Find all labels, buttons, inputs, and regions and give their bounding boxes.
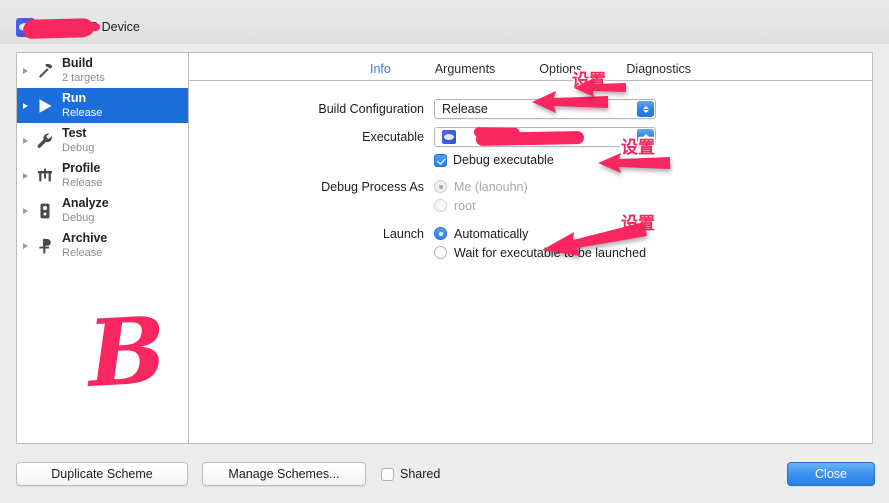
launch-label: Launch bbox=[189, 224, 434, 241]
tab-diagnostics[interactable]: Diagnostics bbox=[626, 62, 691, 76]
debug-process-as-label: Debug Process As bbox=[189, 177, 434, 194]
tab-options[interactable]: Options bbox=[539, 62, 582, 76]
radio-automatically-label: Automatically bbox=[454, 227, 528, 241]
gauge-icon bbox=[34, 165, 56, 187]
redaction-scribble-breadcrumb bbox=[24, 18, 92, 37]
build-configuration-label: Build Configuration bbox=[189, 99, 434, 116]
radio-wait-for-executable[interactable] bbox=[434, 246, 447, 259]
debug-process-as-option-root: root bbox=[434, 196, 872, 215]
sidebar-item-label: Archive bbox=[62, 231, 107, 245]
duplicate-scheme-button[interactable]: Duplicate Scheme bbox=[16, 462, 188, 486]
radio-root-label: root bbox=[454, 199, 476, 213]
info-form: Build Configuration Release Executable bbox=[189, 81, 872, 262]
debug-executable-row[interactable]: Debug executable bbox=[434, 153, 872, 167]
debug-process-as-option-me: Me (lanouhn) bbox=[434, 177, 872, 196]
wrench-icon bbox=[34, 130, 56, 152]
shared-label: Shared bbox=[400, 467, 440, 481]
redaction-scribble-executable bbox=[476, 131, 584, 146]
sidebar-item-sublabel: Release bbox=[62, 247, 107, 260]
sidebar-item-sublabel: Release bbox=[62, 177, 102, 190]
sidebar-item-test[interactable]: Test Debug bbox=[17, 123, 188, 158]
app-icon bbox=[442, 130, 456, 144]
sidebar-item-sublabel: Debug bbox=[62, 142, 94, 155]
build-configuration-value: Release bbox=[442, 102, 488, 116]
sidebar-item-label: Test bbox=[62, 126, 94, 140]
shared-checkbox[interactable] bbox=[381, 468, 394, 481]
play-icon bbox=[34, 95, 56, 117]
radio-me-label: Me (lanouhn) bbox=[454, 180, 528, 194]
tab-info[interactable]: Info bbox=[370, 62, 391, 76]
debug-executable-checkbox[interactable] bbox=[434, 154, 447, 167]
close-button[interactable]: Close bbox=[787, 462, 875, 486]
archive-icon bbox=[34, 235, 56, 257]
build-configuration-dropdown[interactable]: Release bbox=[434, 99, 656, 119]
analyze-icon bbox=[34, 200, 56, 222]
chevron-updown-icon[interactable] bbox=[637, 101, 654, 117]
sidebar-item-label: Profile bbox=[62, 161, 102, 175]
tab-arguments[interactable]: Arguments bbox=[435, 62, 495, 76]
launch-option-wait[interactable]: Wait for executable to be launched bbox=[434, 243, 872, 262]
row-launch: Launch Automatically Wait for executable… bbox=[189, 224, 872, 262]
launch-option-automatically[interactable]: Automatically bbox=[434, 224, 872, 243]
executable-label: Executable bbox=[189, 127, 434, 144]
manage-schemes-button[interactable]: Manage Schemes... bbox=[202, 462, 366, 486]
row-build-configuration: Build Configuration Release bbox=[189, 99, 872, 119]
sidebar-item-sublabel: Debug bbox=[62, 212, 109, 225]
sidebar-item-profile[interactable]: Profile Release bbox=[17, 158, 188, 193]
title-bar: › iOS Device bbox=[0, 0, 889, 44]
tab-bar: Info Arguments Options Diagnostics bbox=[189, 53, 872, 81]
annotation-letter-b: B bbox=[86, 304, 166, 400]
sidebar-item-sublabel: Release bbox=[62, 107, 102, 120]
radio-automatically[interactable] bbox=[434, 227, 447, 240]
sidebar-item-label: Build bbox=[62, 56, 105, 70]
hammer-icon bbox=[34, 60, 56, 82]
sidebar-item-sublabel: 2 targets bbox=[62, 72, 105, 85]
radio-wait-for-executable-label: Wait for executable to be launched bbox=[454, 246, 646, 260]
sidebar-item-build[interactable]: Build 2 targets bbox=[17, 53, 188, 88]
sidebar-item-run[interactable]: Run Release bbox=[17, 88, 188, 123]
disclosure-triangle-icon[interactable] bbox=[23, 103, 28, 109]
sidebar-item-archive[interactable]: Archive Release bbox=[17, 228, 188, 263]
disclosure-triangle-icon[interactable] bbox=[23, 68, 28, 74]
radio-root bbox=[434, 199, 447, 212]
radio-me bbox=[434, 180, 447, 193]
disclosure-triangle-icon[interactable] bbox=[23, 208, 28, 214]
scheme-detail-pane: Info Arguments Options Diagnostics Build… bbox=[189, 53, 872, 443]
sidebar-item-analyze[interactable]: Analyze Debug bbox=[17, 193, 188, 228]
sidebar-item-label: Analyze bbox=[62, 196, 109, 210]
disclosure-triangle-icon[interactable] bbox=[23, 173, 28, 179]
disclosure-triangle-icon[interactable] bbox=[23, 138, 28, 144]
debug-executable-label: Debug executable bbox=[453, 153, 554, 167]
row-debug-process-as: Debug Process As Me (lanouhn) root bbox=[189, 177, 872, 215]
shared-checkbox-row[interactable]: Shared bbox=[381, 467, 440, 481]
sidebar-item-label: Run bbox=[62, 91, 102, 105]
chevron-updown-icon[interactable] bbox=[637, 129, 654, 145]
disclosure-triangle-icon[interactable] bbox=[23, 243, 28, 249]
